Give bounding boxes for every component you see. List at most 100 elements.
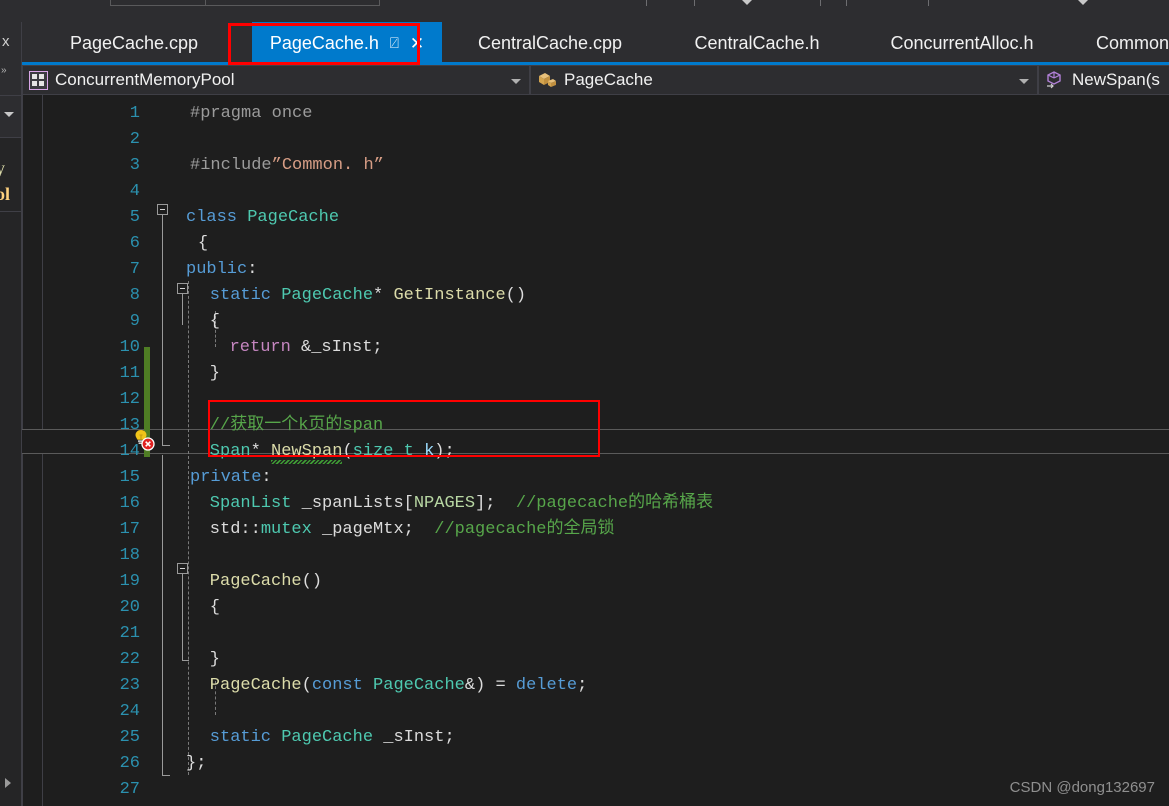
chevron-down-icon[interactable] (742, 0, 752, 5)
line-number: 22 (119, 650, 140, 669)
code-token: size_t (352, 442, 425, 461)
code-token: _sInst; (373, 728, 455, 747)
line-number: 19 (119, 572, 140, 591)
code-token: :: (240, 520, 261, 539)
code-token: &) = (464, 676, 516, 695)
tab-centralcache-cpp[interactable]: CentralCache.cpp (442, 22, 658, 64)
code-line[interactable]: Span* NewSpan(size_t k); (210, 442, 455, 462)
fold-toggle-ctor[interactable] (177, 563, 188, 574)
fold-end-class (162, 445, 170, 446)
fold-toggle-class[interactable] (157, 204, 168, 215)
code-line[interactable]: { (198, 234, 208, 254)
tab-label: CentralCache.cpp (477, 32, 623, 53)
code-token: } (209, 364, 220, 383)
tab-label: ConcurrentAlloc.h (890, 32, 1034, 53)
line-number: 11 (119, 364, 140, 383)
toolbar-separator-4 (846, 0, 847, 6)
code-token: //pagecache的哈希桶表 (515, 494, 714, 513)
code-token: k (424, 442, 435, 461)
code-line[interactable]: PageCache(const PageCache&) = delete; (210, 676, 588, 696)
expand-arrow-icon[interactable] (5, 778, 11, 788)
pin-icon[interactable]: ⍁ (390, 36, 399, 51)
code-token: PageCache (281, 728, 374, 747)
code-token: () (505, 286, 527, 305)
line-number: 4 (129, 182, 140, 201)
code-token: const (311, 676, 374, 695)
line-number: 3 (129, 156, 140, 175)
code-token: * (250, 442, 272, 461)
toolbar-combo-1[interactable] (110, 0, 220, 6)
toolbar-combo-2[interactable] (205, 0, 380, 6)
chevron-down-icon-2[interactable] (1078, 0, 1088, 5)
tab-pagecache-h[interactable]: PageCache.h ⍁ ✕ (252, 22, 442, 64)
code-line[interactable]: #pragma once (190, 104, 312, 124)
code-token: PageCache (281, 286, 374, 305)
code-token: GetInstance (393, 286, 506, 305)
tab-common-h[interactable]: Common (1096, 22, 1169, 64)
method-icon (1045, 70, 1065, 90)
code-line[interactable]: static PageCache _sInst; (210, 728, 455, 748)
code-token: { (209, 598, 220, 617)
code-token: _spanLists[ (291, 494, 414, 513)
code-token: ( (342, 442, 353, 461)
nav-namespace-label: ConcurrentMemoryPool (55, 70, 235, 89)
left-dock-panel-list[interactable]: y ol (0, 138, 22, 212)
code-token: ; (577, 676, 588, 695)
nav-combo-class[interactable]: PageCache (530, 65, 1038, 95)
left-dock-panel-top[interactable]: x » (0, 22, 22, 96)
editor-tab-bar: PageCache.cpp PageCache.h ⍁ ✕ CentralCac… (22, 22, 1169, 64)
code-token: static (209, 728, 282, 747)
close-icon[interactable]: x (2, 34, 10, 49)
code-line[interactable]: public: (186, 260, 257, 280)
line-number-gutter: 1 2 3 4 5 6 7 8 9 10 11 12 13 14 15 16 17 18 19 20 21 22 23 24 2… (22, 95, 140, 806)
code-token: SpanList (209, 494, 292, 513)
indent-guide-1 (188, 281, 189, 447)
code-line[interactable]: return &_sInst; (230, 338, 383, 358)
code-line[interactable]: }; (186, 754, 206, 774)
current-line-highlight (22, 429, 1169, 454)
code-line[interactable]: { (210, 312, 220, 332)
close-icon[interactable]: ✕ (410, 35, 424, 52)
code-token: () (301, 572, 323, 591)
chevron-down-icon-class[interactable] (1019, 79, 1029, 84)
tab-label: PageCache.h (269, 32, 379, 53)
code-line[interactable]: //获取一个k页的span (210, 416, 383, 436)
code-line[interactable]: SpanList _spanLists[NPAGES]; //pagecache… (210, 494, 713, 514)
tab-concurrentalloc-h[interactable]: ConcurrentAlloc.h (856, 22, 1068, 64)
chevron-down-icon-dock[interactable] (4, 112, 14, 117)
chevron-down-icon-namespace[interactable] (511, 79, 521, 84)
tab-pagecache-cpp[interactable]: PageCache.cpp (32, 22, 236, 64)
code-editor[interactable]: 1 2 3 4 5 6 7 8 9 10 11 12 13 14 15 16 17 18 19 20 21 22 23 24 2… (22, 95, 1169, 806)
code-token: ”Common. h” (271, 156, 384, 175)
navigation-bar: ConcurrentMemoryPool PageCache NewSpan(s (22, 65, 1169, 95)
left-dock-strip: x » y ol (0, 22, 22, 806)
code-token: ( (301, 676, 312, 695)
left-dock-panel-bottom[interactable] (0, 212, 22, 806)
code-line[interactable]: PageCache() (210, 572, 322, 592)
code-token: _pageMtx; (311, 520, 435, 539)
tab-centralcache-h[interactable]: CentralCache.h (664, 22, 850, 64)
code-line[interactable]: static PageCache* GetInstance() (210, 286, 526, 306)
chevron-double-right-icon[interactable]: » (1, 66, 6, 76)
code-line[interactable]: class PageCache (186, 208, 339, 228)
code-line[interactable]: } (210, 364, 220, 384)
code-line[interactable]: } (210, 650, 220, 670)
left-dock-panel-dropdown[interactable] (0, 96, 22, 138)
code-token: }; (186, 754, 207, 773)
code-line[interactable]: { (210, 598, 220, 618)
toolbar-separator-3 (820, 0, 821, 6)
left-dock-cut-label-2: ol (0, 184, 11, 204)
code-line[interactable]: #include”Common. h” (190, 156, 384, 176)
line-number: 1 (129, 104, 140, 123)
line-number: 9 (129, 312, 140, 331)
code-token: PageCache (247, 208, 340, 227)
code-line[interactable]: std::mutex _pageMtx; //pagecache的全局锁 (210, 520, 615, 540)
fold-guide-class-2 (162, 455, 163, 775)
nav-combo-member[interactable]: NewSpan(s (1038, 65, 1169, 95)
nav-combo-namespace[interactable]: ConcurrentMemoryPool (22, 65, 530, 95)
line-number: 16 (119, 494, 140, 513)
code-token: public (186, 260, 248, 279)
code-token: : (261, 468, 272, 487)
fold-toggle-getinstance[interactable] (177, 283, 188, 294)
code-line[interactable]: private: (190, 468, 272, 488)
